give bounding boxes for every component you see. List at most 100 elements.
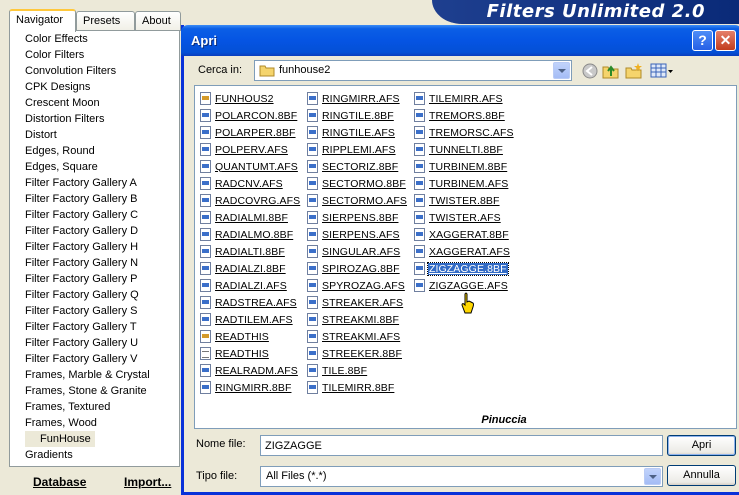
file-item[interactable]: POLPERV.AFS xyxy=(200,141,301,158)
up-folder-icon[interactable] xyxy=(602,62,620,80)
file-item[interactable]: ZIGZAGGE.8BF xyxy=(414,260,515,277)
file-item[interactable]: POLARCON.8BF xyxy=(200,107,301,124)
file-item[interactable]: RADIALMO.8BF xyxy=(200,226,301,243)
category-item[interactable]: Frames, Wood xyxy=(10,415,179,431)
category-label: Gradients xyxy=(25,449,73,461)
file-item[interactable]: TILEMIRR.8BF xyxy=(307,379,408,396)
database-button[interactable]: Database xyxy=(33,475,86,489)
file-item[interactable]: TWISTER.8BF xyxy=(414,192,515,209)
file-item[interactable]: RADIALZI.AFS xyxy=(200,277,301,294)
category-label: Color Filters xyxy=(25,49,85,61)
category-item[interactable]: Edges, Square xyxy=(10,159,179,175)
file-item[interactable]: SECTORIZ.8BF xyxy=(307,158,408,175)
file-item[interactable]: QUANTUMT.AFS xyxy=(200,158,301,175)
category-item[interactable]: Color Filters xyxy=(10,47,179,63)
file-item[interactable]: STREAKMI.8BF xyxy=(307,311,408,328)
category-item[interactable]: Filter Factory Gallery U xyxy=(10,335,179,351)
category-item[interactable]: Filter Factory Gallery A xyxy=(10,175,179,191)
category-item[interactable]: Distortion Filters xyxy=(10,111,179,127)
chevron-down-icon[interactable] xyxy=(644,468,661,485)
help-button[interactable]: ? xyxy=(692,30,713,51)
file-item[interactable]: STREEKER.8BF xyxy=(307,345,408,362)
back-icon[interactable] xyxy=(581,62,599,80)
file-item[interactable]: REALRADM.AFS xyxy=(200,362,301,379)
category-item[interactable]: Crescent Moon xyxy=(10,95,179,111)
file-item[interactable]: RINGTILE.AFS xyxy=(307,124,408,141)
chevron-down-icon[interactable] xyxy=(553,62,570,79)
file-item[interactable]: SECTORMO.AFS xyxy=(307,192,408,209)
file-type-select[interactable]: All Files (*.*) xyxy=(260,466,663,487)
category-item[interactable]: Frames, Textured xyxy=(10,399,179,415)
file-item[interactable]: SPIROZAG.8BF xyxy=(307,260,408,277)
category-item[interactable]: Filter Factory Gallery S xyxy=(10,303,179,319)
file-item[interactable]: STREAKMI.AFS xyxy=(307,328,408,345)
plugin-file-icon xyxy=(307,381,318,394)
file-item[interactable]: RADCOVRG.AFS xyxy=(200,192,301,209)
category-item[interactable]: Filter Factory Gallery C xyxy=(10,207,179,223)
file-item[interactable]: RADIALZI.8BF xyxy=(200,260,301,277)
file-item[interactable]: READTHIS xyxy=(200,345,301,362)
file-item[interactable]: XAGGERAT.8BF xyxy=(414,226,515,243)
category-item[interactable]: Convolution Filters xyxy=(10,63,179,79)
category-item[interactable]: FunHouse xyxy=(10,431,179,447)
view-menu-icon[interactable] xyxy=(650,62,674,80)
dialog-titlebar[interactable]: Apri ? ✕ xyxy=(181,25,739,56)
import-button[interactable]: Import... xyxy=(124,475,171,489)
file-item[interactable]: RIPPLEMI.AFS xyxy=(307,141,408,158)
new-folder-icon[interactable] xyxy=(625,62,643,80)
category-item[interactable]: Distort xyxy=(10,127,179,143)
file-list[interactable]: FUNHOUS2 POLARCON.8BF POLARPER.8BF POLPERV.… xyxy=(194,85,737,429)
file-item[interactable]: TUNNELTI.8BF xyxy=(414,141,515,158)
category-item[interactable]: Filter Factory Gallery T xyxy=(10,319,179,335)
file-item[interactable]: TILE.8BF xyxy=(307,362,408,379)
category-item[interactable]: Frames, Marble & Crystal xyxy=(10,367,179,383)
cancel-button[interactable]: Annulla xyxy=(667,465,736,486)
tab-navigator[interactable]: Navigator xyxy=(9,9,76,32)
file-item[interactable]: TILEMIRR.AFS xyxy=(414,90,515,107)
file-item[interactable]: RINGMIRR.8BF xyxy=(200,379,301,396)
category-item[interactable]: Filter Factory Gallery D xyxy=(10,223,179,239)
category-item[interactable]: Filter Factory Gallery V xyxy=(10,351,179,367)
file-item[interactable]: RADIALTI.8BF xyxy=(200,243,301,260)
file-item[interactable]: RADIALMI.8BF xyxy=(200,209,301,226)
file-item[interactable]: POLARPER.8BF xyxy=(200,124,301,141)
category-item[interactable]: Filter Factory Gallery P xyxy=(10,271,179,287)
file-item[interactable]: SIERPENS.AFS xyxy=(307,226,408,243)
file-item[interactable]: TURBINEM.AFS xyxy=(414,175,515,192)
file-item[interactable]: SECTORMO.8BF xyxy=(307,175,408,192)
file-name-input[interactable] xyxy=(260,435,663,456)
file-item[interactable]: TREMORS.8BF xyxy=(414,107,515,124)
category-item[interactable]: Gradients xyxy=(10,447,179,463)
file-item[interactable]: SINGULAR.AFS xyxy=(307,243,408,260)
file-item[interactable]: RINGTILE.8BF xyxy=(307,107,408,124)
category-list[interactable]: Color Effects Color Filters Convolution Fi… xyxy=(9,30,180,467)
open-button[interactable]: Apri xyxy=(667,435,736,456)
category-item[interactable]: Filter Factory Gallery B xyxy=(10,191,179,207)
category-item[interactable]: Filter Factory Gallery H xyxy=(10,239,179,255)
tab-presets[interactable]: Presets xyxy=(76,11,135,31)
look-in-combo[interactable]: funhouse2 xyxy=(254,60,572,81)
plugin-file-icon xyxy=(414,177,425,190)
file-item[interactable]: RADCNV.AFS xyxy=(200,175,301,192)
file-item[interactable]: RINGMIRR.AFS xyxy=(307,90,408,107)
category-item[interactable]: Filter Factory Gallery Q xyxy=(10,287,179,303)
category-item[interactable]: Frames, Stone & Granite xyxy=(10,383,179,399)
file-item[interactable]: SIERPENS.8BF xyxy=(307,209,408,226)
file-item[interactable]: FUNHOUS2 xyxy=(200,90,301,107)
category-item[interactable]: Color Effects xyxy=(10,31,179,47)
file-item[interactable]: TREMORSC.AFS xyxy=(414,124,515,141)
plugin-file-icon xyxy=(307,177,318,190)
file-item[interactable]: READTHIS xyxy=(200,328,301,345)
file-item[interactable]: RADTILEM.AFS xyxy=(200,311,301,328)
tab-about[interactable]: About xyxy=(135,11,181,31)
file-item[interactable]: STREAKER.AFS xyxy=(307,294,408,311)
file-item[interactable]: SPYROZAG.AFS xyxy=(307,277,408,294)
file-item[interactable]: TWISTER.AFS xyxy=(414,209,515,226)
category-item[interactable]: Edges, Round xyxy=(10,143,179,159)
file-item[interactable]: RADSTREA.AFS xyxy=(200,294,301,311)
close-button[interactable]: ✕ xyxy=(715,30,736,51)
file-item[interactable]: XAGGERAT.AFS xyxy=(414,243,515,260)
category-item[interactable]: CPK Designs xyxy=(10,79,179,95)
category-item[interactable]: Filter Factory Gallery N xyxy=(10,255,179,271)
file-item[interactable]: TURBINEM.8BF xyxy=(414,158,515,175)
